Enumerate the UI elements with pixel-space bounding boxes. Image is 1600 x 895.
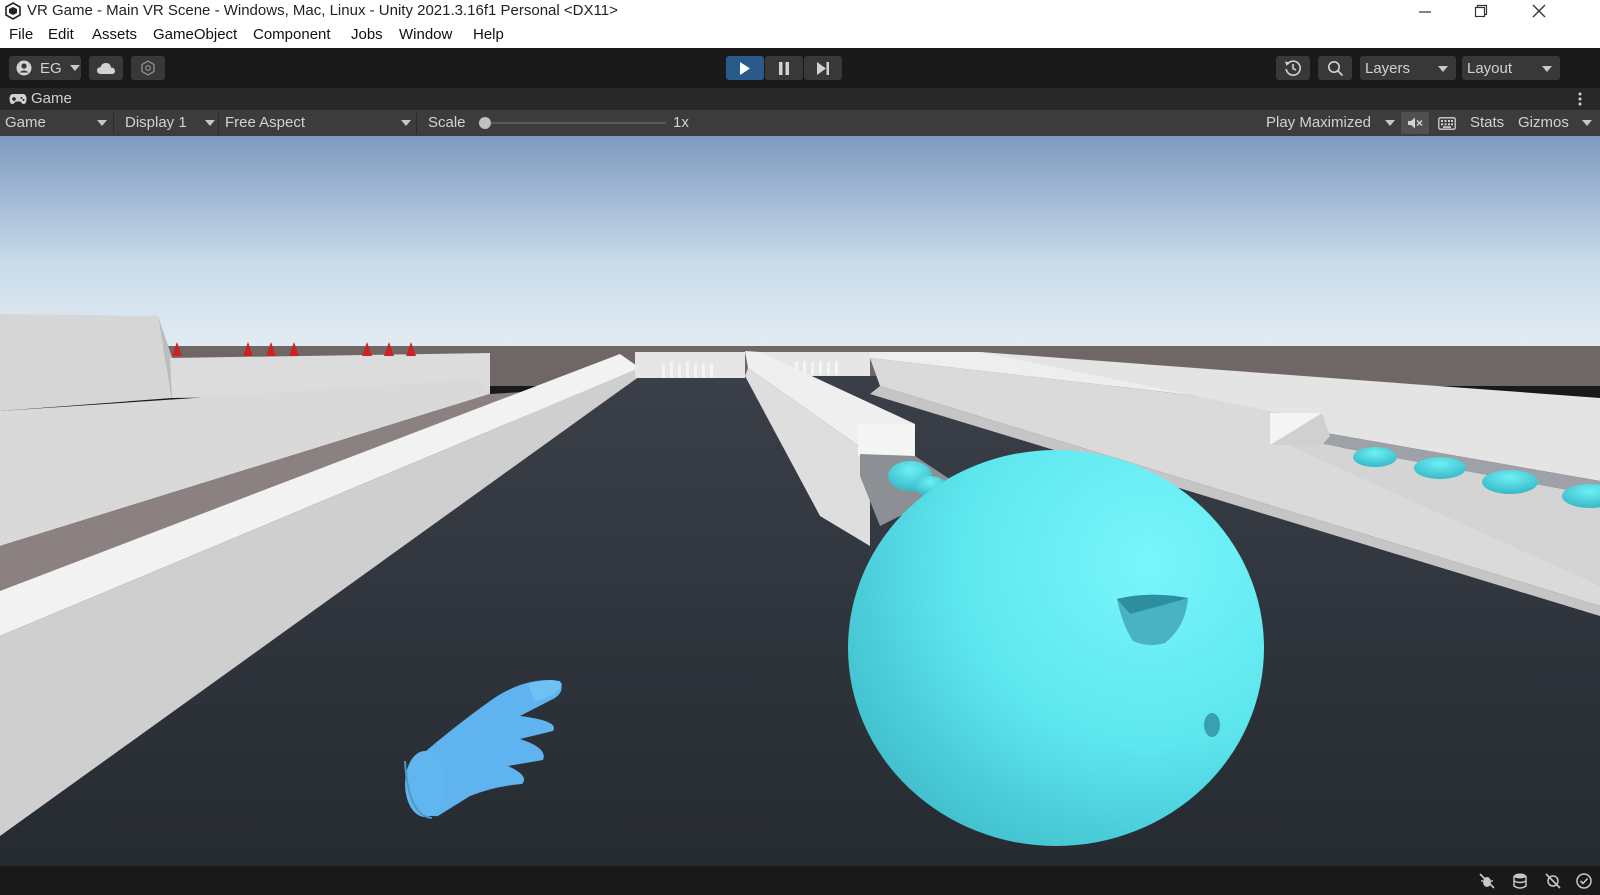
scale-label: Scale [428,114,466,131]
aspect-dropdown[interactable]: Free Aspect [219,110,415,136]
game-view-toolbar: Game Display 1 Free Aspect Scale 1x Play… [0,110,1600,136]
keyboard-icon [1438,116,1456,130]
close-icon [1532,4,1546,18]
layers-dropdown[interactable]: Layers [1360,56,1456,80]
close-button[interactable] [1516,0,1562,22]
status-bar [0,866,1600,895]
chevron-down-icon [401,120,411,126]
menu-window[interactable]: Window [399,26,452,43]
display-label: Display 1 [125,114,187,131]
gamepad-icon [9,94,27,104]
menu-file[interactable]: File [9,26,33,43]
mute-audio-icon [1408,117,1423,129]
auto-generate-lighting-icon[interactable] [1544,872,1562,890]
layout-label: Layout [1467,59,1513,77]
menu-bar: File Edit Assets GameObject Component Jo… [0,22,1600,48]
layout-dropdown[interactable]: Layout [1462,56,1560,80]
play-mode-label: Play Maximized [1266,114,1372,131]
search-button[interactable] [1318,56,1352,80]
collab-button[interactable] [131,56,165,80]
debug-icon[interactable] [1478,872,1496,890]
chevron-down-icon [1385,120,1395,126]
chevron-down-icon [69,65,80,71]
scale-slider-track[interactable] [484,122,666,124]
history-icon [1285,60,1301,76]
menu-component[interactable]: Component [253,26,331,43]
restore-button[interactable] [1458,0,1504,22]
cache-server-icon[interactable] [1511,872,1529,890]
chevron-down-icon [97,120,107,126]
cloud-button[interactable] [89,56,123,80]
menu-jobs[interactable]: Jobs [351,26,383,43]
aspect-label: Free Aspect [225,114,306,131]
menu-gameobject[interactable]: GameObject [153,26,237,43]
game-scene [0,136,1600,866]
check-icon[interactable] [1575,872,1593,890]
gizmos-dropdown-chevron-icon[interactable] [1582,120,1592,126]
account-label: EG [40,59,62,77]
chevron-down-icon [1438,66,1448,72]
play-mode-dropdown[interactable]: Play Maximized [1262,110,1398,136]
mute-audio-toggle[interactable] [1401,112,1429,134]
tab-game[interactable]: Game [0,88,86,110]
main-toolbar: EG Layers Layout [0,48,1600,88]
minimize-button[interactable] [1402,0,1448,22]
display-dropdown[interactable]: Display 1 [114,110,218,136]
menu-edit[interactable]: Edit [48,26,74,43]
pause-icon [779,61,789,75]
collab-icon [141,60,155,76]
chevron-down-icon [1542,66,1552,72]
account-dropdown[interactable]: EG [9,56,81,80]
game-viewport[interactable] [0,136,1600,866]
scale-slider-handle[interactable] [479,117,491,129]
pause-button[interactable] [765,56,803,80]
step-button[interactable] [804,56,842,80]
tab-game-label: Game [31,90,72,107]
menu-assets[interactable]: Assets [92,26,137,43]
window-title: VR Game - Main VR Scene - Windows, Mac, … [27,2,618,19]
scale-value: 1x [673,114,689,131]
bowling-ball [848,450,1264,846]
divider [416,112,417,134]
undo-history-button[interactable] [1276,56,1310,80]
game-tab-header: Game [0,88,1600,110]
play-icon [740,61,750,75]
view-mode-label: Game [5,114,46,131]
layers-label: Layers [1365,59,1411,77]
more-options-icon[interactable] [1578,92,1582,106]
shortcuts-toggle[interactable] [1433,112,1461,134]
play-button[interactable] [726,56,764,80]
step-icon [817,61,829,75]
account-icon [16,60,32,76]
restore-icon [1474,4,1488,18]
view-mode-dropdown[interactable]: Game [0,110,112,136]
minimize-icon [1419,11,1431,13]
menu-help[interactable]: Help [473,26,504,43]
chevron-down-icon [205,120,215,126]
cloud-icon [97,63,115,74]
stats-toggle[interactable]: Stats [1470,114,1504,131]
gizmos-toggle[interactable]: Gizmos [1518,114,1569,131]
unity-logo-icon [5,2,21,20]
search-icon [1327,60,1343,76]
title-bar: VR Game - Main VR Scene - Windows, Mac, … [0,0,1600,22]
